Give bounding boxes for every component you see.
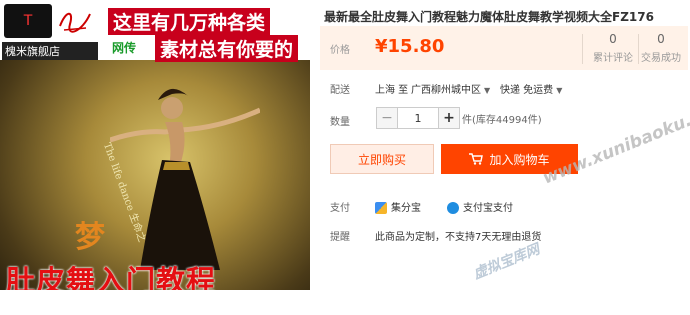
promo-line-2: 素材总有你要的 — [155, 35, 299, 62]
buy-now-button[interactable]: 立即购买 — [330, 144, 434, 174]
promo-line-1: 这里有几万种各类 — [108, 8, 271, 35]
top-banner: T 槐米旗舰店 这里有几万种各类 网传 素材总有你要的 — [0, 0, 310, 62]
watermark-name: 虚拟宝库网 — [471, 241, 543, 283]
price-value: ¥15.80 — [375, 36, 445, 57]
stock-info: 件(库存44994件) — [462, 115, 542, 126]
quantity-label: 数量 — [330, 117, 350, 128]
decrease-button[interactable]: − — [377, 108, 397, 128]
destination-value: 广西柳州城中区 — [411, 85, 481, 96]
add-to-cart-label: 加入购物车 — [489, 152, 550, 167]
notice-label: 提醒 — [330, 232, 350, 243]
payment-method-2-label: 支付宝支付 — [463, 203, 513, 214]
alipay-icon — [447, 202, 459, 214]
image-caption: 肚皮舞入门教程 — [6, 264, 217, 290]
product-title: 最新最全肚皮舞入门教程魅力魔体肚皮舞教学视频大全FZ176 — [324, 10, 654, 24]
jifenbao-icon — [375, 202, 387, 214]
quantity-stepper: − + — [376, 107, 460, 129]
divider — [582, 34, 583, 64]
delivery-from: 上海 至 — [375, 85, 409, 96]
increase-button[interactable]: + — [439, 108, 459, 128]
shipping-select[interactable]: 快递 免运费 ▼ — [500, 81, 562, 96]
price-box: 价格 ¥15.80 0 累计评论 0 交易成功 — [320, 26, 688, 70]
reviews-count: 0 — [609, 32, 617, 46]
destination-select[interactable]: 广西柳州城中区 ▼ — [411, 81, 490, 96]
tmall-logo-icon: T — [4, 4, 52, 38]
shop-name: 槐米旗舰店 — [2, 42, 98, 60]
reviews-label: 累计评论 — [593, 53, 633, 64]
signature-logo-icon — [56, 6, 94, 36]
chevron-down-icon: ▼ — [556, 86, 563, 95]
price-label: 价格 — [330, 45, 350, 56]
dancer-figure — [110, 88, 260, 270]
notice-text: 此商品为定制，不支持7天无理由退货 — [375, 232, 542, 243]
cart-icon — [469, 153, 484, 165]
chevron-down-icon: ▼ — [484, 86, 491, 95]
quantity-input[interactable] — [397, 108, 439, 128]
payment-method-1-label: 集分宝 — [391, 203, 421, 214]
payment-method-jifenbao: 集分宝 — [375, 199, 421, 214]
buy-now-label: 立即购买 — [357, 152, 406, 167]
shipping-value: 快递 免运费 — [500, 85, 554, 96]
product-image[interactable]: T 槐米旗舰店 这里有几万种各类 网传 素材总有你要的 The life dan… — [0, 0, 310, 290]
watermark-url: www.xunibaoku.com — [540, 95, 690, 189]
payment-method-alipay: 支付宝支付 — [447, 199, 513, 214]
dream-char: 梦 — [75, 220, 105, 255]
payment-label: 支付 — [330, 203, 350, 214]
reviews-stat[interactable]: 0 累计评论 — [588, 32, 638, 64]
shop-logo-text: T — [23, 13, 33, 29]
delivery-label: 配送 — [330, 85, 350, 96]
promo-web: 网传 — [112, 41, 137, 55]
sales-count: 0 — [657, 32, 665, 46]
sales-stat: 0 交易成功 — [636, 32, 686, 64]
sales-label: 交易成功 — [641, 53, 681, 64]
